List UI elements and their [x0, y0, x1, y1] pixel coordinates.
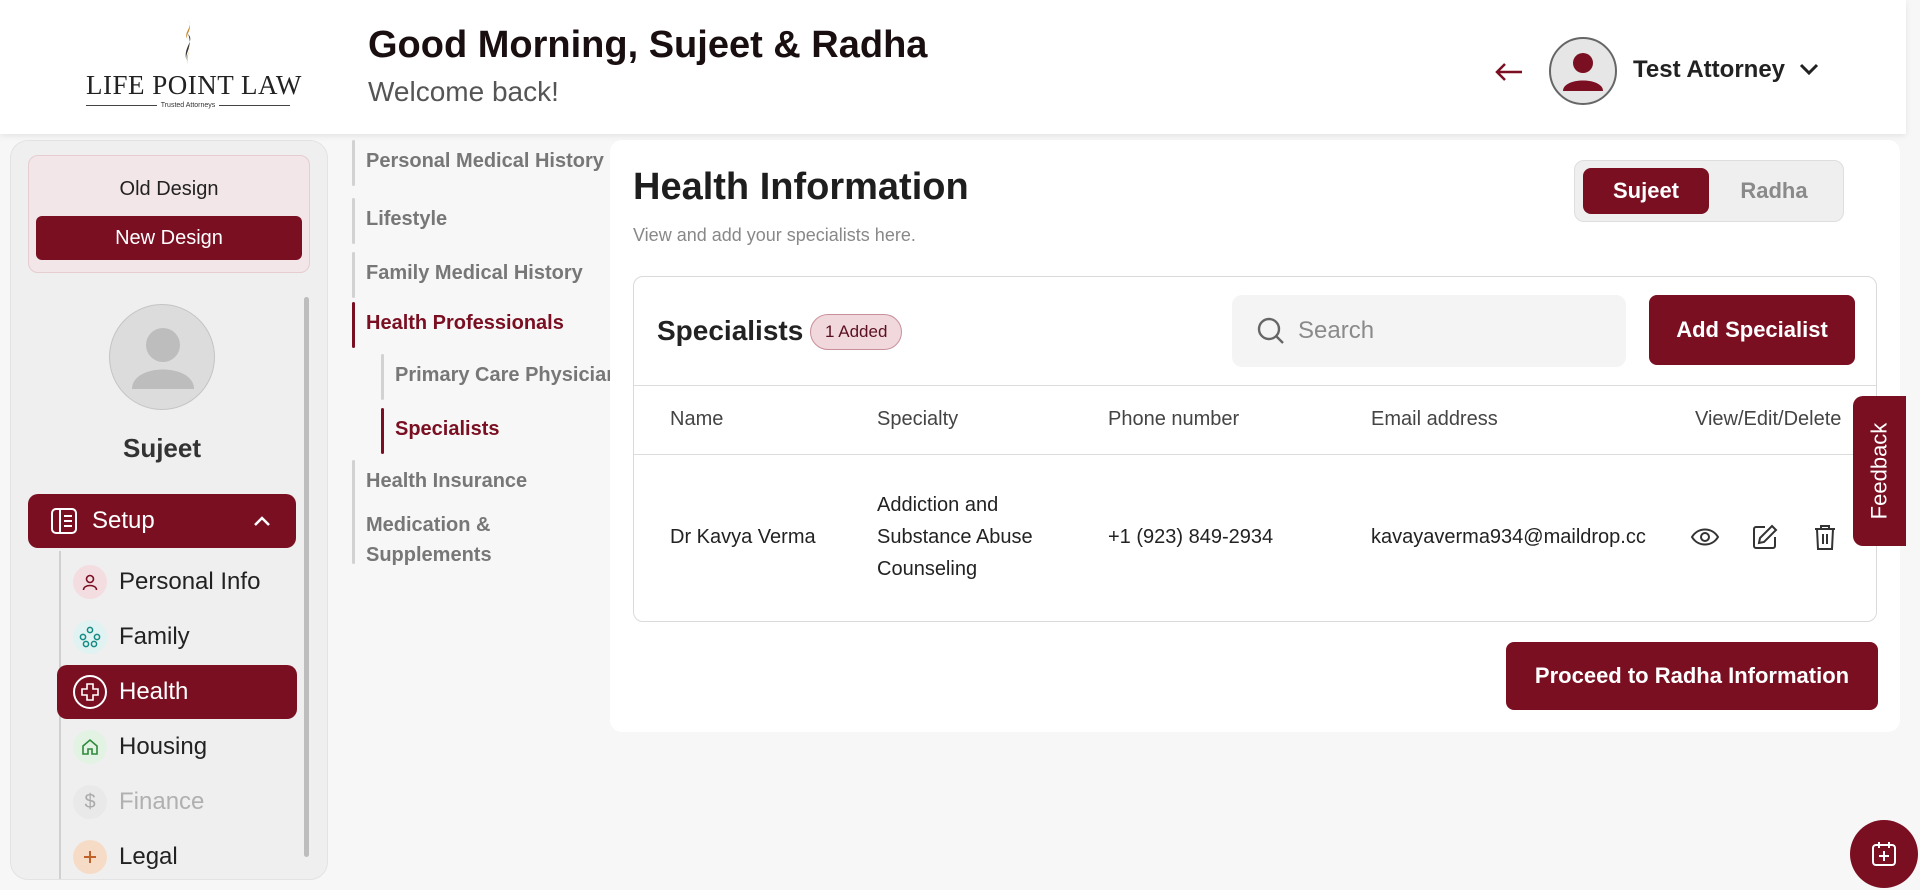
search-icon	[1257, 317, 1284, 344]
logo-text: LIFE POINT LAW	[86, 70, 302, 100]
subnav-personal-medical-history[interactable]: Personal Medical History	[352, 140, 604, 186]
sidebar-item-label: Personal Info	[119, 568, 261, 595]
add-calendar-button[interactable]	[1850, 820, 1918, 888]
old-design-option[interactable]: Old Design	[29, 178, 309, 201]
sidebar-item-label: Legal	[119, 843, 178, 870]
cell-email: kavayaverma934@maildrop.cc	[1371, 526, 1646, 548]
welcome-text: Welcome back!	[368, 76, 559, 107]
feedback-tab[interactable]: Feedback	[1853, 396, 1906, 546]
house-icon	[73, 730, 107, 764]
chevron-up-icon	[254, 516, 270, 526]
table-row: Dr Kavya Verma Addiction and Substance A…	[634, 455, 1876, 621]
search-input[interactable]	[1298, 317, 1598, 345]
subnav-specialists[interactable]: Specialists	[381, 408, 500, 454]
add-specialist-button[interactable]: Add Specialist	[1649, 295, 1855, 365]
setup-section-toggle[interactable]: Setup	[28, 494, 296, 548]
back-arrow-icon[interactable]	[1492, 52, 1526, 92]
sidebar-item-label: Housing	[119, 733, 208, 760]
delete-trash-icon[interactable]	[1809, 521, 1841, 553]
greeting-title: Good Morning, Sujeet & Radha	[368, 24, 928, 66]
subnav-primary-care-physician[interactable]: Primary Care Physician	[381, 354, 618, 400]
company-logo[interactable]: LIFE POINT LAW Trusted Attorneys	[86, 20, 302, 110]
sidebar-item-personal-info[interactable]: Personal Info	[57, 555, 297, 609]
setup-book-icon	[51, 508, 77, 534]
profile-avatar	[109, 304, 215, 410]
toggle-sujeet[interactable]: Sujeet	[1583, 168, 1709, 214]
specialists-card: Specialists 1 Added Add Specialist Name …	[633, 276, 1877, 622]
column-header-actions: View/Edit/Delete	[1695, 408, 1842, 430]
view-eye-icon[interactable]	[1689, 521, 1721, 553]
cell-name: Dr Kavya Verma	[670, 526, 816, 548]
column-header-phone: Phone number	[1108, 408, 1240, 430]
sidebar-item-label: Family	[119, 623, 190, 650]
person-icon	[73, 565, 107, 599]
subnav-health-professionals[interactable]: Health Professionals	[352, 302, 564, 348]
sidebar-item-finance[interactable]: $ Finance	[57, 775, 297, 829]
left-sidebar: Old Design New Design Sujeet Setup Perso…	[10, 140, 328, 880]
subnav-medication-supplements[interactable]: Medication & Supplements	[352, 504, 492, 570]
subnav-lifestyle[interactable]: Lifestyle	[352, 198, 447, 244]
page-title: Health Information	[633, 166, 969, 208]
sidebar-item-label: Finance	[119, 788, 205, 815]
chevron-down-icon[interactable]	[1796, 56, 1822, 82]
proceed-to-radha-button[interactable]: Proceed to Radha Information	[1506, 642, 1878, 710]
cell-phone: +1 (923) 849-2934	[1108, 526, 1274, 548]
logo-tagline: Trusted Attorneys	[160, 102, 216, 109]
row-actions	[1689, 521, 1841, 553]
column-header-name: Name	[670, 408, 724, 430]
sidebar-item-health[interactable]: Health	[57, 665, 297, 719]
sidebar-scrollbar[interactable]	[304, 297, 309, 857]
search-box[interactable]	[1232, 295, 1626, 367]
user-avatar[interactable]	[1549, 37, 1617, 105]
edit-pencil-icon[interactable]	[1749, 521, 1781, 553]
person-placeholder-icon	[132, 328, 194, 389]
user-avatar-icon	[1563, 53, 1603, 91]
sidebar-item-housing[interactable]: Housing	[57, 720, 297, 774]
subnav-health-insurance[interactable]: Health Insurance	[352, 460, 527, 506]
person-toggle: Sujeet Radha	[1574, 160, 1844, 222]
legal-icon	[73, 840, 107, 874]
cell-specialty: Addiction and Substance Abuse Counseling	[877, 494, 1033, 580]
setup-label: Setup	[92, 507, 155, 534]
subnav-family-medical-history[interactable]: Family Medical History	[352, 252, 583, 298]
top-header: LIFE POINT LAW Trusted Attorneys Good Mo…	[0, 0, 1906, 134]
user-name[interactable]: Test Attorney	[1633, 56, 1785, 84]
logo-flame-icon	[185, 20, 191, 64]
column-header-specialty: Specialty	[877, 408, 959, 430]
sidebar-item-family[interactable]: Family	[57, 610, 297, 664]
sidebar-item-label: Health	[119, 678, 189, 705]
family-icon	[73, 620, 107, 654]
calendar-plus-icon	[1872, 842, 1896, 866]
sidebar-item-legal[interactable]: Legal	[57, 830, 297, 879]
health-information-panel: Health Information View and add your spe…	[610, 140, 1900, 732]
page-subtitle: View and add your specialists here.	[633, 225, 916, 245]
toggle-radha[interactable]: Radha	[1711, 168, 1837, 214]
health-cross-icon	[73, 675, 107, 709]
table-header: Name Specialty Phone number Email addres…	[634, 385, 1876, 455]
card-title: Specialists	[657, 315, 804, 346]
count-badge: 1 Added	[810, 314, 903, 350]
feedback-label: Feedback	[1866, 422, 1892, 520]
column-header-email: Email address	[1371, 408, 1498, 430]
dollar-icon: $	[73, 785, 107, 819]
new-design-button[interactable]: New Design	[36, 216, 302, 260]
design-switcher: Old Design New Design	[28, 155, 310, 273]
profile-name: Sujeet	[122, 433, 202, 463]
